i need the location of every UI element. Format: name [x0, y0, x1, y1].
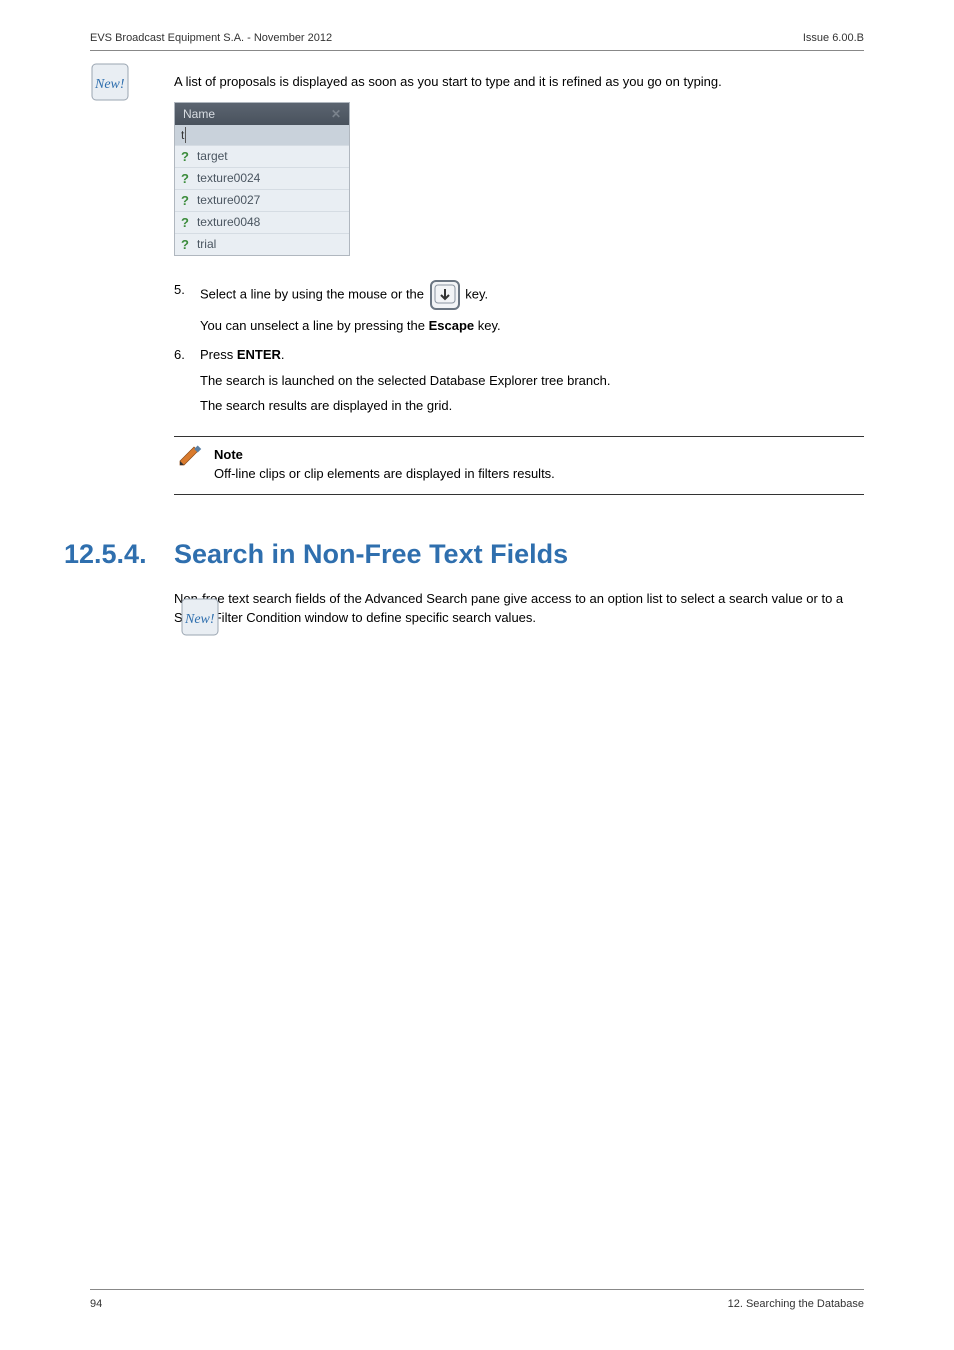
- step6-sub1: The search is launched on the selected D…: [200, 371, 864, 391]
- note-title: Note: [214, 447, 243, 462]
- intro-paragraph: A list of proposals is displayed as soon…: [174, 73, 864, 92]
- page-header: EVS Broadcast Equipment S.A. - November …: [90, 32, 864, 51]
- proposal-item-label: target: [197, 149, 228, 163]
- svg-text:New!: New!: [184, 612, 215, 627]
- section-number: 12.5.4.: [64, 539, 147, 570]
- step5-sub: You can unselect a line by pressing the …: [200, 316, 864, 336]
- page-number: 94: [90, 1298, 102, 1310]
- proposal-item: ? target: [175, 145, 349, 167]
- question-icon: ?: [181, 171, 189, 186]
- question-icon: ?: [181, 193, 189, 208]
- escape-key-label: Escape: [429, 318, 475, 333]
- step6-sub2: The search results are displayed in the …: [200, 396, 864, 416]
- proposal-item-label: texture0024: [197, 171, 260, 185]
- step-6: Press ENTER. The search is launched on t…: [174, 345, 864, 416]
- new-badge-icon: New!: [180, 597, 220, 637]
- proposal-item: ? texture0027: [175, 189, 349, 211]
- step5-sub-post: key.: [474, 318, 501, 333]
- question-icon: ?: [181, 237, 189, 252]
- note-body: Off-line clips or clip elements are disp…: [214, 464, 864, 484]
- proposal-header-label: Name: [183, 107, 215, 121]
- proposal-item-label: texture0027: [197, 193, 260, 207]
- header-right: Issue 6.00.B: [803, 32, 864, 44]
- header-left: EVS Broadcast Equipment S.A. - November …: [90, 32, 332, 44]
- proposal-item: ? trial: [175, 233, 349, 255]
- close-icon: ✕: [331, 107, 341, 121]
- note-box: Note Off-line clips or clip elements are…: [174, 436, 864, 495]
- proposal-item-label: trial: [197, 237, 216, 251]
- down-arrow-key-icon: [430, 280, 460, 310]
- proposal-item-label: texture0048: [197, 215, 260, 229]
- proposal-dropdown: Name ✕ t ? target ? texture0024 ? texture00…: [174, 102, 350, 256]
- proposal-item: ? texture0024: [175, 167, 349, 189]
- proposal-header: Name ✕: [175, 103, 349, 125]
- section-body: Non-free text search fields of the Advan…: [174, 590, 864, 628]
- step5-post: key.: [462, 286, 489, 301]
- new-badge-icon: New!: [90, 62, 130, 102]
- proposal-item: ? texture0048: [175, 211, 349, 233]
- step5-pre: Select a line by using the mouse or the: [200, 286, 428, 301]
- step5-sub-pre: You can unselect a line by pressing the: [200, 318, 429, 333]
- svg-text:New!: New!: [94, 77, 125, 92]
- section-title: Search in Non-Free Text Fields: [174, 539, 864, 570]
- step6-post: .: [281, 347, 285, 362]
- question-icon: ?: [181, 149, 189, 164]
- proposal-typed-text: t: [175, 125, 349, 145]
- enter-key-label: ENTER: [237, 347, 281, 362]
- pencil-icon: [176, 443, 202, 475]
- step-5: Select a line by using the mouse or the …: [174, 280, 864, 336]
- question-icon: ?: [181, 215, 189, 230]
- footer-chapter: 12. Searching the Database: [728, 1298, 864, 1310]
- step6-pre: Press: [200, 347, 237, 362]
- page-footer: 94 12. Searching the Database: [90, 1289, 864, 1310]
